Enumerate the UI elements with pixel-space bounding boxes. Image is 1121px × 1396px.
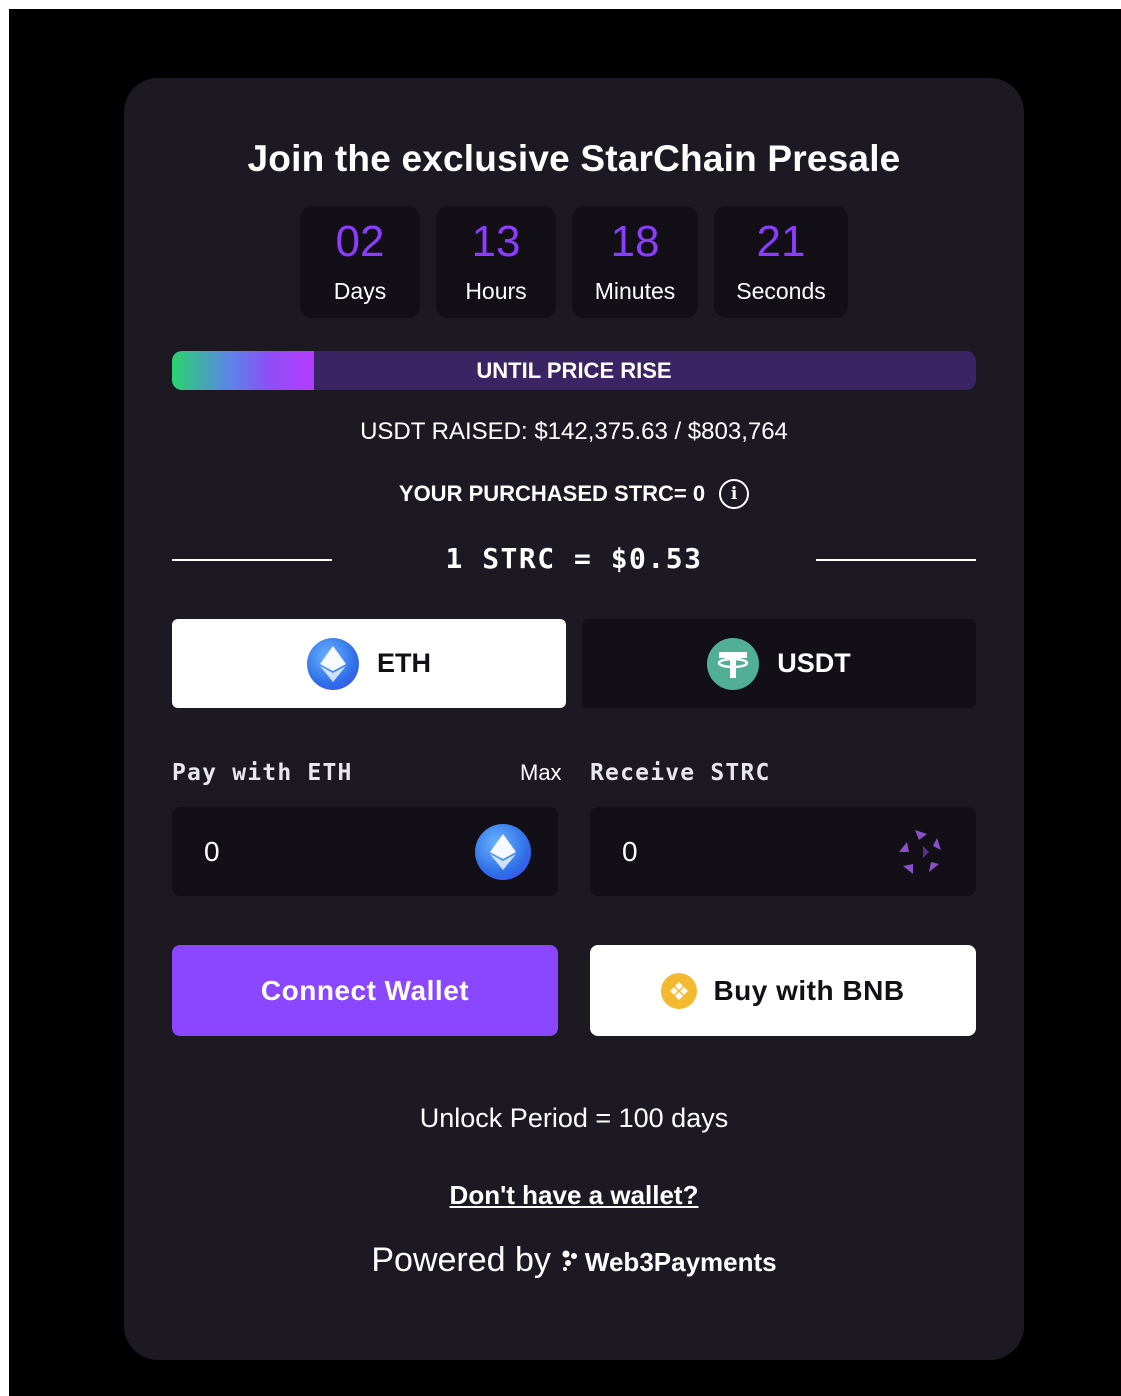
connect-wallet-label: Connect Wallet xyxy=(260,974,470,1006)
widget-title: Join the exclusive StarChain Presale xyxy=(247,138,901,179)
web3payments-logo-icon xyxy=(561,1247,579,1278)
info-icon[interactable]: i xyxy=(719,479,750,509)
ethereum-icon xyxy=(307,637,359,690)
page-background: Join the exclusive StarChain Presale 02 … xyxy=(9,9,1121,1396)
purchased-row: YOUR PURCHASED STRC= 0 i xyxy=(124,479,1024,509)
usdt-raised-text: USDT RAISED: $142,375.63 / $803,764 xyxy=(360,418,788,445)
pay-amount-input[interactable] xyxy=(202,829,466,875)
buy-with-bnb-button[interactable]: Buy with BNB xyxy=(590,945,976,1036)
web3payments-brand[interactable]: Web3Payments xyxy=(561,1247,777,1278)
price-rise-progress-bar: UNTIL PRICE RISE xyxy=(172,351,976,390)
tether-icon xyxy=(707,637,760,690)
starchain-logo-icon xyxy=(892,823,950,881)
presale-widget: Join the exclusive StarChain Presale 02 … xyxy=(124,78,1024,1360)
powered-by-prefix: Powered by xyxy=(371,1241,551,1279)
pay-field xyxy=(172,807,558,896)
countdown-minutes-value: 18 xyxy=(610,217,660,266)
countdown-seconds: 21 Seconds xyxy=(714,206,848,318)
countdown-hours-label: Hours xyxy=(465,278,527,304)
bnb-icon xyxy=(661,972,698,1009)
receive-amount-input[interactable] xyxy=(620,829,884,875)
progress-label: UNTIL PRICE RISE xyxy=(476,357,672,383)
buy-with-bnb-label: Buy with BNB xyxy=(713,974,905,1006)
unlock-period-text: Unlock Period = 100 days xyxy=(419,1103,729,1133)
countdown-minutes: 18 Minutes xyxy=(572,206,698,318)
max-button[interactable]: Max xyxy=(520,760,562,786)
receive-label: Receive STRC xyxy=(590,760,771,786)
countdown-days-label: Days xyxy=(333,278,387,304)
tab-eth[interactable]: ETH xyxy=(172,619,566,708)
countdown-seconds-value: 21 xyxy=(756,217,806,266)
connect-wallet-button[interactable]: Connect Wallet xyxy=(172,945,558,1036)
tab-usdt-label: USDT xyxy=(777,648,851,678)
countdown-timer: 02 Days 13 Hours 18 Minutes 21 Seconds xyxy=(300,206,848,318)
tab-usdt[interactable]: USDT xyxy=(582,619,976,708)
powered-by: Powered by Web3Payments xyxy=(124,1241,1024,1280)
countdown-minutes-label: Minutes xyxy=(594,278,676,304)
pay-label: Pay with ETH xyxy=(172,760,353,786)
tab-eth-label: ETH xyxy=(377,648,431,678)
countdown-days: 02 Days xyxy=(300,206,420,318)
purchased-text: YOUR PURCHASED STRC= 0 xyxy=(398,481,706,506)
countdown-days-value: 02 xyxy=(335,217,385,266)
rate-row: 1 STRC = $0.53 xyxy=(172,540,976,580)
ethereum-icon xyxy=(474,823,532,881)
web3payments-name: Web3Payments xyxy=(584,1247,777,1277)
receive-field xyxy=(590,807,976,896)
countdown-seconds-label: Seconds xyxy=(736,278,826,304)
countdown-hours-value: 13 xyxy=(471,217,521,266)
divider-right xyxy=(816,559,976,561)
countdown-hours: 13 Hours xyxy=(436,206,556,318)
no-wallet-link[interactable]: Don't have a wallet? xyxy=(124,1180,1024,1211)
